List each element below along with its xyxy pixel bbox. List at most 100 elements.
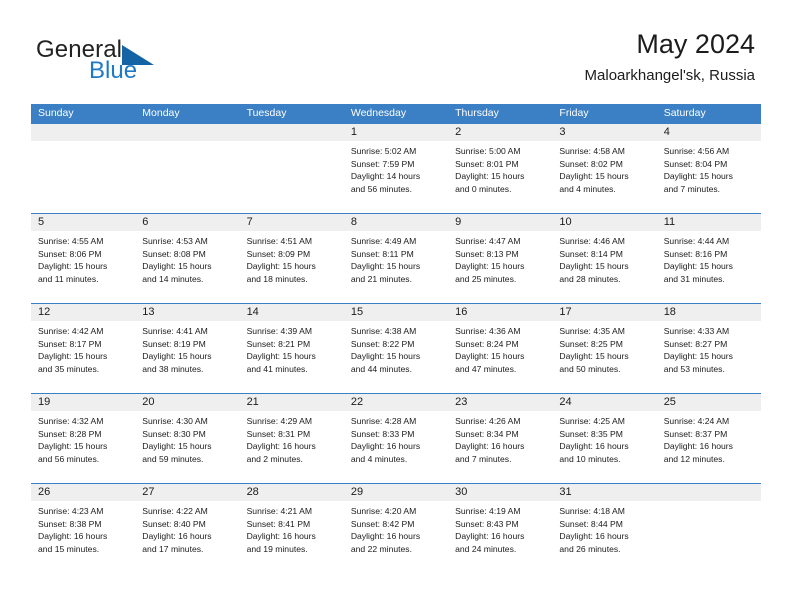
day-number-band: 5: [31, 214, 136, 231]
daylight-text-line2: and 59 minutes.: [142, 453, 204, 464]
sunset-text: Sunset: 8:19 PM: [142, 338, 206, 349]
calendar-day-cell[interactable]: 8 Sunrise: 4:49 AM Sunset: 8:11 PM Dayli…: [343, 214, 449, 303]
daylight-text-line2: and 25 minutes.: [455, 273, 517, 284]
sunrise-text: Sunrise: 4:42 AM: [38, 326, 104, 336]
weekday-header-friday: Friday: [559, 107, 589, 119]
day-number: 20: [142, 396, 155, 408]
day-details: Sunrise: 4:56 AM Sunset: 8:04 PM Dayligh…: [657, 141, 761, 195]
calendar-day-cell[interactable]: 10 Sunrise: 4:46 AM Sunset: 8:14 PM Dayl…: [552, 214, 657, 303]
day-details: Sunrise: 4:24 AM Sunset: 8:37 PM Dayligh…: [657, 411, 761, 465]
calendar-day-cell[interactable]: 11 Sunrise: 4:44 AM Sunset: 8:16 PM Dayl…: [656, 214, 761, 303]
calendar-day-cell[interactable]: 5 Sunrise: 4:55 AM Sunset: 8:06 PM Dayli…: [31, 214, 136, 303]
weekday-header-thursday: Thursday: [455, 107, 499, 119]
day-number-band: [135, 124, 240, 141]
day-number-band: 4: [656, 124, 761, 141]
calendar-day-cell[interactable]: 17 Sunrise: 4:35 AM Sunset: 8:25 PM Dayl…: [552, 304, 657, 393]
calendar-day-cell[interactable]: 22 Sunrise: 4:28 AM Sunset: 8:33 PM Dayl…: [343, 394, 449, 483]
calendar-day-cell[interactable]: 31 Sunrise: 4:18 AM Sunset: 8:44 PM Dayl…: [552, 484, 657, 573]
day-details: Sunrise: 4:41 AM Sunset: 8:19 PM Dayligh…: [135, 321, 239, 375]
day-details: Sunrise: 4:33 AM Sunset: 8:27 PM Dayligh…: [657, 321, 761, 375]
day-details: Sunrise: 4:53 AM Sunset: 8:08 PM Dayligh…: [135, 231, 239, 285]
calendar-day-cell[interactable]: 25 Sunrise: 4:24 AM Sunset: 8:37 PM Dayl…: [656, 394, 761, 483]
day-number: 19: [38, 396, 51, 408]
sunset-text: Sunset: 8:08 PM: [142, 248, 206, 259]
daylight-text-line2: and 4 minutes.: [350, 453, 408, 464]
calendar-day-cell[interactable]: 29 Sunrise: 4:20 AM Sunset: 8:42 PM Dayl…: [343, 484, 449, 573]
calendar-day-cell[interactable]: 28 Sunrise: 4:21 AM Sunset: 8:41 PM Dayl…: [239, 484, 344, 573]
sunrise-text: Sunrise: 4:32 AM: [38, 416, 104, 426]
calendar-day-cell[interactable]: 3 Sunrise: 4:58 AM Sunset: 8:02 PM Dayli…: [552, 124, 657, 213]
calendar-day-cell[interactable]: [135, 124, 240, 213]
weekday-header-saturday: Saturday: [663, 107, 706, 119]
sunset-text: Sunset: 8:34 PM: [455, 428, 519, 439]
day-number: 28: [246, 486, 259, 498]
calendar-day-cell[interactable]: 18 Sunrise: 4:33 AM Sunset: 8:27 PM Dayl…: [656, 304, 761, 393]
day-details: Sunrise: 4:32 AM Sunset: 8:28 PM Dayligh…: [31, 411, 135, 465]
day-details: Sunrise: 5:00 AM Sunset: 8:01 PM Dayligh…: [448, 141, 552, 195]
day-details: Sunrise: 4:51 AM Sunset: 8:09 PM Dayligh…: [240, 231, 344, 285]
calendar-day-cell[interactable]: 14 Sunrise: 4:39 AM Sunset: 8:21 PM Dayl…: [239, 304, 344, 393]
day-details: Sunrise: 4:35 AM Sunset: 8:25 PM Dayligh…: [552, 321, 656, 375]
day-number-band: [31, 124, 136, 141]
sunrise-text: Sunrise: 4:21 AM: [246, 506, 313, 516]
general-blue-logo: General Blue: [36, 36, 256, 88]
day-details: Sunrise: 4:25 AM Sunset: 8:35 PM Dayligh…: [552, 411, 656, 465]
calendar-day-cell[interactable]: 21 Sunrise: 4:29 AM Sunset: 8:31 PM Dayl…: [239, 394, 344, 483]
day-details: Sunrise: 4:49 AM Sunset: 8:11 PM Dayligh…: [344, 231, 448, 285]
day-number: 27: [142, 486, 155, 498]
sunrise-text: Sunrise: 4:22 AM: [142, 506, 208, 516]
calendar-day-cell[interactable]: 9 Sunrise: 4:47 AM Sunset: 8:13 PM Dayli…: [448, 214, 553, 303]
daylight-text-line1: Daylight: 16 hours: [38, 531, 108, 542]
calendar-day-cell[interactable]: 13 Sunrise: 4:41 AM Sunset: 8:19 PM Dayl…: [135, 304, 240, 393]
day-number: 17: [559, 306, 572, 318]
calendar-day-cell[interactable]: 19 Sunrise: 4:32 AM Sunset: 8:28 PM Dayl…: [31, 394, 136, 483]
sunset-text: Sunset: 8:41 PM: [246, 518, 311, 529]
sunset-text: Sunset: 8:21 PM: [246, 338, 311, 349]
calendar-day-cell[interactable]: [656, 484, 761, 573]
calendar-day-cell[interactable]: 20 Sunrise: 4:30 AM Sunset: 8:30 PM Dayl…: [135, 394, 240, 483]
calendar-day-cell[interactable]: 15 Sunrise: 4:38 AM Sunset: 8:22 PM Dayl…: [343, 304, 449, 393]
calendar-day-cell[interactable]: [31, 124, 136, 213]
day-number-band: 15: [343, 304, 449, 321]
calendar-day-cell[interactable]: 26 Sunrise: 4:23 AM Sunset: 8:38 PM Dayl…: [31, 484, 136, 573]
day-number-band: 1: [343, 124, 449, 141]
calendar-day-cell[interactable]: 27 Sunrise: 4:22 AM Sunset: 8:40 PM Dayl…: [135, 484, 240, 573]
daylight-text-line1: Daylight: 15 hours: [350, 261, 421, 272]
weekday-header-tuesday: Tuesday: [246, 107, 287, 119]
calendar-day-cell[interactable]: 12 Sunrise: 4:42 AM Sunset: 8:17 PM Dayl…: [31, 304, 136, 393]
calendar-day-cell[interactable]: 24 Sunrise: 4:25 AM Sunset: 8:35 PM Dayl…: [552, 394, 657, 483]
daylight-text-line2: and 35 minutes.: [38, 363, 100, 374]
day-number: 15: [350, 306, 364, 318]
daylight-text-line2: and 7 minutes.: [455, 453, 512, 464]
day-number: 7: [246, 216, 253, 228]
sunset-text: Sunset: 8:33 PM: [350, 428, 415, 439]
day-number: 26: [38, 486, 51, 498]
daylight-text-line2: and 47 minutes.: [455, 363, 517, 374]
daylight-text-line1: Daylight: 16 hours: [350, 531, 421, 542]
sunset-text: Sunset: 8:02 PM: [559, 158, 623, 169]
calendar-day-cell[interactable]: 2 Sunrise: 5:00 AM Sunset: 8:01 PM Dayli…: [448, 124, 553, 213]
daylight-text-line2: and 21 minutes.: [350, 273, 412, 284]
day-number: 4: [663, 126, 670, 138]
calendar-day-cell[interactable]: [239, 124, 344, 213]
day-number-band: 25: [656, 394, 761, 411]
calendar-day-cell[interactable]: 30 Sunrise: 4:19 AM Sunset: 8:43 PM Dayl…: [448, 484, 553, 573]
calendar-day-cell[interactable]: 1 Sunrise: 5:02 AM Sunset: 7:59 PM Dayli…: [343, 124, 449, 213]
day-details: Sunrise: 4:30 AM Sunset: 8:30 PM Dayligh…: [135, 411, 239, 465]
day-number: 9: [455, 216, 462, 228]
day-details: Sunrise: 4:28 AM Sunset: 8:33 PM Dayligh…: [344, 411, 448, 465]
calendar-day-cell[interactable]: 16 Sunrise: 4:36 AM Sunset: 8:24 PM Dayl…: [448, 304, 553, 393]
day-details: Sunrise: 4:36 AM Sunset: 8:24 PM Dayligh…: [448, 321, 552, 375]
calendar-day-cell[interactable]: 6 Sunrise: 4:53 AM Sunset: 8:08 PM Dayli…: [135, 214, 240, 303]
day-details: Sunrise: 4:55 AM Sunset: 8:06 PM Dayligh…: [31, 231, 135, 285]
sunset-text: Sunset: 8:28 PM: [38, 428, 102, 439]
day-details: Sunrise: 4:23 AM Sunset: 8:38 PM Dayligh…: [31, 501, 135, 555]
calendar-day-cell[interactable]: 7 Sunrise: 4:51 AM Sunset: 8:09 PM Dayli…: [239, 214, 344, 303]
weekday-header-sunday: Sunday: [38, 107, 74, 119]
daylight-text-line1: Daylight: 15 hours: [663, 171, 733, 182]
calendar-day-cell[interactable]: 4 Sunrise: 4:56 AM Sunset: 8:04 PM Dayli…: [656, 124, 761, 213]
calendar-day-cell[interactable]: 23 Sunrise: 4:26 AM Sunset: 8:34 PM Dayl…: [448, 394, 553, 483]
day-number-band: 27: [135, 484, 240, 501]
sunrise-text: Sunrise: 4:26 AM: [455, 416, 521, 426]
day-number-band: 8: [343, 214, 449, 231]
